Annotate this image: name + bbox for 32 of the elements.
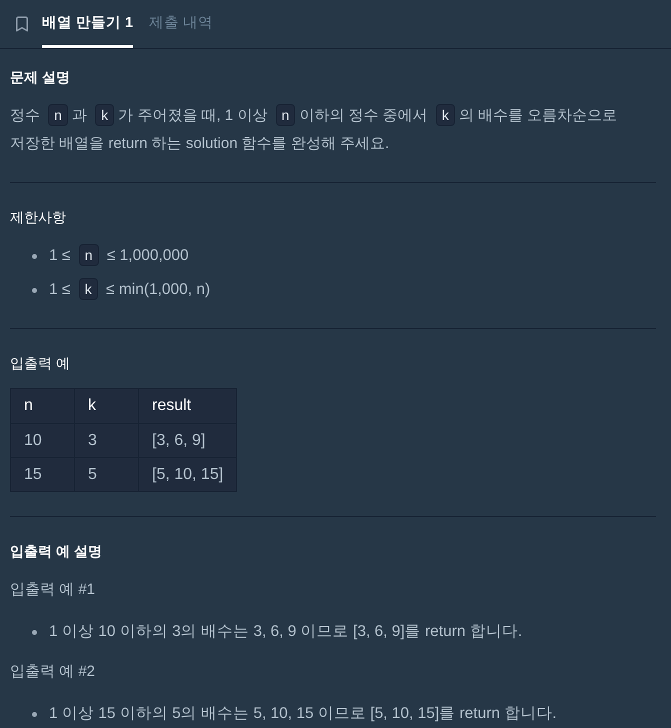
inline-code: k <box>78 278 98 300</box>
table-header-cell: n <box>10 388 74 424</box>
table-cell: [5, 10, 15] <box>138 458 237 492</box>
bookmark-icon[interactable] <box>13 15 31 33</box>
paragraph: 입출력 예 #1 <box>10 580 96 600</box>
table-header-cell: result <box>138 388 237 424</box>
bullet-icon <box>32 630 37 634</box>
tab[interactable]: 배열 만들기 1 <box>42 0 134 48</box>
paragraph: 정수 n 과 k 가 주어졌을 때, 1 이상 n 이하의 정수 중에서 k 의 배수를 오름차순으로 저장한 배열을 return 하는 solution 함수를 완성해 주세요. <box>10 102 656 158</box>
list-item-text: 1 이상 10 이하의 3의 배수는 3, 6, 9 이므로 [3, 6, 9]를 return 합니다. <box>49 622 522 642</box>
section-heading: 입출력 예 설명 <box>10 542 103 561</box>
inline-code: n <box>48 104 68 126</box>
list-item-text: 1 ≤ n ≤ 1,000,000 <box>49 242 189 270</box>
paragraph: 입출력 예 #2 <box>10 662 96 682</box>
section-heading: 제한사항 <box>10 208 67 227</box>
inline-code: k <box>95 104 114 126</box>
list-item-text: 1 이상 15 이하의 5의 배수는 5, 10, 15 이므로 [5, 10, 15]를 return 합니다. <box>49 704 557 724</box>
bullet-icon <box>32 712 37 716</box>
bullet-icon <box>32 254 37 258</box>
inline-code: n <box>276 104 296 126</box>
inline-code: n <box>78 244 99 266</box>
table-header-cell: k <box>74 388 138 424</box>
table-cell: 3 <box>74 424 138 458</box>
section-heading: 문제 설명 <box>10 68 71 87</box>
table-cell: 15 <box>10 458 74 492</box>
table-cell: 5 <box>74 458 138 492</box>
table-cell: [3, 6, 9] <box>138 424 237 458</box>
list-item-text: 1 ≤ k ≤ min(1,000, n) <box>49 276 210 304</box>
bullet-icon <box>32 288 37 292</box>
section-heading: 입출력 예 <box>10 354 71 373</box>
table-cell: 10 <box>10 424 74 458</box>
inline-code: k <box>436 104 455 126</box>
